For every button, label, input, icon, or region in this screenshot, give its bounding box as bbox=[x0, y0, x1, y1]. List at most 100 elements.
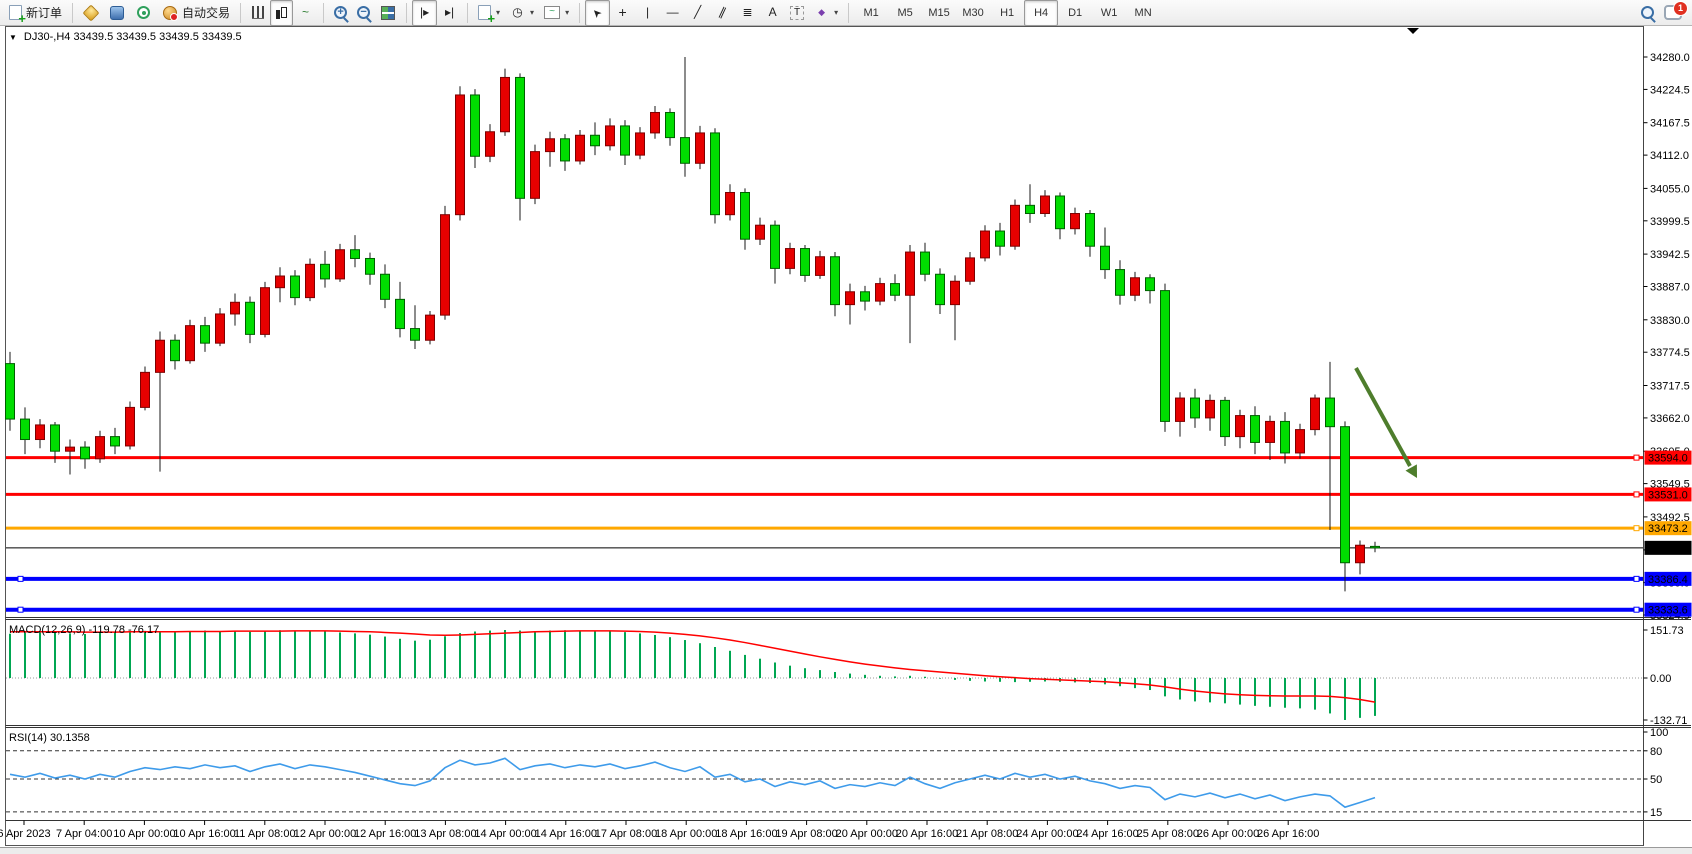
template-chart-icon: ~ bbox=[544, 6, 560, 19]
timeframe-mn-button[interactable]: MN bbox=[1126, 0, 1160, 26]
autotrade-button[interactable]: 自动交易 bbox=[157, 0, 235, 26]
cursor-button[interactable]: ➤ bbox=[585, 0, 610, 26]
search-icon[interactable] bbox=[1641, 6, 1654, 19]
svg-text:33531.0: 33531.0 bbox=[1648, 489, 1688, 501]
line-chart-button[interactable]: ~ bbox=[293, 0, 318, 26]
periods-button[interactable]: ◷▾ bbox=[505, 0, 539, 26]
svg-text:34055.0: 34055.0 bbox=[1650, 183, 1690, 195]
candle bbox=[1356, 545, 1365, 563]
candle bbox=[441, 215, 450, 315]
candle bbox=[396, 299, 405, 328]
candle bbox=[711, 133, 720, 215]
candle bbox=[1371, 546, 1380, 547]
timeframe-w1-button[interactable]: W1 bbox=[1092, 0, 1126, 26]
chevron-down-icon: ▾ bbox=[496, 8, 500, 17]
candle bbox=[756, 225, 765, 239]
tile-windows-button[interactable] bbox=[375, 0, 401, 26]
arrows-button[interactable]: ◆▾ bbox=[809, 0, 843, 26]
signals-button[interactable] bbox=[130, 0, 157, 26]
trendline-button[interactable]: ╱ bbox=[685, 0, 710, 26]
candle bbox=[1056, 196, 1065, 229]
svg-text:15: 15 bbox=[1650, 807, 1662, 819]
zoom-in-button[interactable]: + bbox=[329, 0, 352, 26]
svg-text:33717.5: 33717.5 bbox=[1650, 381, 1690, 393]
axis-price-label-33531.0: 33531.0 bbox=[1645, 487, 1692, 501]
crosshair-button[interactable]: + bbox=[610, 0, 635, 26]
timeframe-m15-button[interactable]: M15 bbox=[922, 0, 956, 26]
horizontal-line-33333.6[interactable] bbox=[6, 607, 1643, 612]
candle bbox=[786, 249, 795, 269]
chart-canvas[interactable]: 34280.034224.534167.534112.034055.033999… bbox=[0, 26, 1692, 853]
svg-text:13 Apr 08:00: 13 Apr 08:00 bbox=[414, 828, 476, 840]
chart-title: ▼ DJ30-,H4 33439.5 33439.5 33439.5 33439… bbox=[9, 31, 242, 43]
autotrade-label: 自动交易 bbox=[182, 4, 230, 21]
candle bbox=[501, 77, 510, 131]
candlestick-chart-button[interactable] bbox=[270, 0, 293, 26]
svg-text:18 Apr 16:00: 18 Apr 16:00 bbox=[715, 828, 777, 840]
svg-text:26 Apr 16:00: 26 Apr 16:00 bbox=[1257, 828, 1319, 840]
candle bbox=[1266, 421, 1275, 442]
svg-text:20 Apr 00:00: 20 Apr 00:00 bbox=[836, 828, 898, 840]
vertical-line-button[interactable]: | bbox=[635, 0, 660, 26]
chart-dropdown-icon[interactable]: ▼ bbox=[9, 33, 17, 42]
candle bbox=[246, 302, 255, 334]
axis-price-label-33386.4: 33386.4 bbox=[1645, 572, 1692, 586]
fibonacci-button[interactable]: ≣ bbox=[735, 0, 760, 26]
svg-text:33439.5: 33439.5 bbox=[1648, 543, 1688, 555]
candle bbox=[21, 419, 30, 439]
svg-text:25 Apr 08:00: 25 Apr 08:00 bbox=[1137, 828, 1199, 840]
notifications-icon[interactable]: 1 bbox=[1664, 5, 1682, 20]
svg-text:34280.0: 34280.0 bbox=[1650, 52, 1690, 64]
svg-text:7 Apr 04:00: 7 Apr 04:00 bbox=[56, 828, 112, 840]
chart-shift-button[interactable]: ▸| bbox=[437, 0, 462, 26]
indicators-button[interactable]: ▾ bbox=[473, 0, 505, 26]
candle bbox=[861, 292, 870, 301]
arrows-icon: ◆ bbox=[814, 5, 829, 20]
zoom-out-button[interactable]: − bbox=[352, 0, 375, 26]
horizontal-line-button[interactable]: — bbox=[660, 0, 685, 26]
text-label-button[interactable]: T bbox=[785, 0, 809, 26]
candle bbox=[546, 139, 555, 152]
svg-text:33662.0: 33662.0 bbox=[1650, 413, 1690, 425]
chart-window[interactable]: 34280.034224.534167.534112.034055.033999… bbox=[0, 26, 1692, 847]
candle bbox=[351, 250, 360, 259]
candle bbox=[276, 276, 285, 288]
candle bbox=[1146, 278, 1155, 291]
svg-text:33473.2: 33473.2 bbox=[1648, 523, 1688, 535]
svg-text:151.73: 151.73 bbox=[1650, 625, 1684, 637]
timeframe-m5-button[interactable]: M5 bbox=[888, 0, 922, 26]
axis-price-label-33473.2: 33473.2 bbox=[1645, 521, 1692, 535]
new-order-button[interactable]: 新订单 bbox=[4, 0, 67, 26]
auto-scroll-button[interactable]: |▸ bbox=[412, 0, 437, 26]
market-watch-icon bbox=[83, 4, 100, 21]
text-button[interactable]: A bbox=[760, 0, 785, 26]
timeframe-d1-button[interactable]: D1 bbox=[1058, 0, 1092, 26]
horizontal-line-33386.4[interactable] bbox=[6, 576, 1643, 581]
bar-chart-button[interactable] bbox=[246, 0, 270, 26]
toolbar: 新订单自动交易~+−|▸▸|▾◷▾~▾➤+|—╱∥≣AT◆▾M1M5M15M30… bbox=[0, 0, 1692, 26]
candle bbox=[486, 132, 495, 157]
timeframe-h1-button[interactable]: H1 bbox=[990, 0, 1024, 26]
svg-text:24 Apr 00:00: 24 Apr 00:00 bbox=[1016, 828, 1078, 840]
signals-icon bbox=[137, 6, 150, 19]
candle bbox=[1281, 421, 1290, 453]
chart-frame bbox=[6, 27, 1644, 846]
svg-text:14 Apr 16:00: 14 Apr 16:00 bbox=[535, 828, 597, 840]
market-watch-button[interactable] bbox=[78, 0, 104, 26]
timeframe-m1-button[interactable]: M1 bbox=[854, 0, 888, 26]
svg-text:11 Apr 08:00: 11 Apr 08:00 bbox=[234, 828, 296, 840]
chart-title-text: DJ30-,H4 33439.5 33439.5 33439.5 33439.5 bbox=[24, 31, 242, 43]
candle bbox=[1131, 278, 1140, 296]
equidistant-channel-button[interactable]: ∥ bbox=[710, 0, 735, 26]
timeframe-m30-button[interactable]: M30 bbox=[956, 0, 990, 26]
candle bbox=[606, 126, 615, 146]
candle bbox=[456, 95, 465, 215]
new-order-label: 新订单 bbox=[26, 4, 62, 21]
candle bbox=[951, 281, 960, 304]
timeframe-h4-button[interactable]: H4 bbox=[1024, 0, 1058, 26]
tile-windows-icon bbox=[381, 6, 395, 20]
candle bbox=[741, 192, 750, 239]
candle bbox=[381, 274, 390, 299]
templates-button[interactable]: ~▾ bbox=[539, 0, 574, 26]
profiles-button[interactable] bbox=[104, 0, 130, 26]
